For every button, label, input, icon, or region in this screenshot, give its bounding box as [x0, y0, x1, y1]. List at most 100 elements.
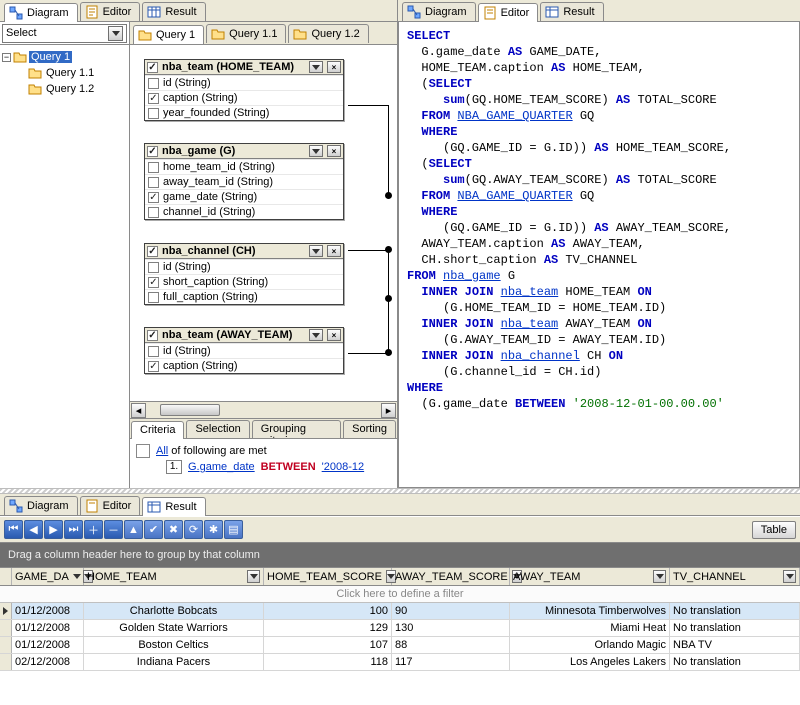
checkbox-icon[interactable] — [148, 192, 159, 203]
close-icon[interactable]: × — [327, 61, 341, 73]
criteria-all-link[interactable]: All — [156, 445, 168, 457]
tab-editor[interactable]: Editor — [80, 496, 141, 515]
column-header-away-team[interactable]: AWAY_TEAM — [510, 568, 670, 585]
group-by-bar[interactable]: Drag a column header here to group by th… — [0, 543, 800, 567]
table-check-icon[interactable] — [147, 62, 158, 73]
column-header-game-date[interactable]: GAME_DA — [12, 568, 84, 585]
field-row[interactable]: away_team_id (String) — [145, 174, 343, 189]
checkbox-icon[interactable] — [148, 262, 159, 273]
field-row[interactable]: id (String) — [145, 343, 343, 358]
refresh-button[interactable]: ⟳ — [184, 520, 203, 539]
criteria-value-link[interactable]: '2008-12 — [322, 461, 364, 473]
checkbox-icon[interactable] — [148, 93, 159, 104]
collapse-icon[interactable]: − — [2, 53, 11, 62]
table-box-home-team[interactable]: nba_team (HOME_TEAM)× id (String) captio… — [144, 59, 344, 121]
tab-result[interactable]: Result — [142, 497, 205, 516]
checkbox-icon[interactable] — [148, 346, 159, 357]
field-row[interactable]: caption (String) — [145, 90, 343, 105]
tab-editor[interactable]: Editor — [80, 2, 141, 21]
cancel-button[interactable]: ✖ — [164, 520, 183, 539]
chevron-down-icon[interactable] — [309, 329, 323, 341]
tab-grouping[interactable]: Grouping criteria — [252, 420, 341, 438]
field-row[interactable]: game_date (String) — [145, 189, 343, 204]
field-row[interactable]: caption (String) — [145, 358, 343, 373]
tree-item-query1-2[interactable]: Query 1.2 — [2, 81, 127, 97]
checkbox-icon[interactable] — [148, 108, 159, 119]
column-header-home-score[interactable]: HOME_TEAM_SCORE — [264, 568, 392, 585]
prev-record-button[interactable]: ◀ — [24, 520, 43, 539]
chevron-down-icon[interactable] — [309, 145, 323, 157]
table-box-channel[interactable]: nba_channel (CH)× id (String) short_capt… — [144, 243, 344, 305]
close-icon[interactable]: × — [327, 145, 341, 157]
tab-selection[interactable]: Selection — [186, 420, 249, 438]
field-row[interactable]: id (String) — [145, 259, 343, 274]
close-icon[interactable]: × — [327, 329, 341, 341]
checkbox-icon[interactable] — [148, 277, 159, 288]
close-icon[interactable]: × — [327, 245, 341, 257]
chevron-down-icon[interactable] — [783, 570, 796, 583]
tab-editor[interactable]: Editor — [478, 3, 539, 22]
last-record-button[interactable]: ⏭ — [64, 520, 83, 539]
horizontal-scrollbar[interactable]: ◂ ▸ — [130, 401, 397, 418]
scroll-left-icon[interactable]: ◂ — [131, 403, 146, 418]
table-box-game[interactable]: nba_game (G)× home_team_id (String) away… — [144, 143, 344, 220]
tab-sorting[interactable]: Sorting — [343, 420, 396, 438]
first-record-button[interactable]: ⏮ — [4, 520, 23, 539]
field-row[interactable]: id (String) — [145, 75, 343, 90]
chevron-down-icon[interactable] — [247, 570, 260, 583]
scroll-right-icon[interactable]: ▸ — [381, 403, 396, 418]
grid-row[interactable]: 02/12/2008Indiana Pacers118117Los Angele… — [0, 654, 800, 671]
tab-diagram[interactable]: Diagram — [402, 2, 476, 21]
tree-item-query1[interactable]: − Query 1 — [2, 49, 127, 65]
tab-criteria[interactable]: Criteria — [131, 421, 184, 439]
checkbox-icon[interactable] — [148, 78, 159, 89]
checkbox-icon[interactable] — [148, 207, 159, 218]
column-header-away-score[interactable]: AWAY_TEAM_SCORE — [392, 568, 510, 585]
table-check-icon[interactable] — [147, 146, 158, 157]
select-dropdown[interactable]: Select — [2, 24, 127, 43]
grid-row[interactable]: 01/12/2008Charlotte Bobcats10090Minnesot… — [0, 603, 800, 620]
criteria-field-link[interactable]: G.game_date — [188, 461, 255, 473]
checkbox-icon[interactable] — [148, 292, 159, 303]
checkbox-icon[interactable] — [148, 177, 159, 188]
edit-button[interactable]: ▲ — [124, 520, 143, 539]
field-row[interactable]: full_caption (String) — [145, 289, 343, 304]
subtab-query1[interactable]: Query 1 — [133, 25, 204, 44]
sql-editor[interactable]: SELECT G.game_date AS GAME_DATE, HOME_TE… — [398, 22, 800, 488]
column-header-tv-channel[interactable]: TV_CHANNEL — [670, 568, 800, 585]
chevron-down-icon[interactable] — [309, 245, 323, 257]
next-record-button[interactable]: ▶ — [44, 520, 63, 539]
grid-row[interactable]: 01/12/2008Boston Celtics10788Orlando Mag… — [0, 637, 800, 654]
field-row[interactable]: year_founded (String) — [145, 105, 343, 120]
subtab-query1-1[interactable]: Query 1.1 — [206, 24, 286, 43]
field-row[interactable]: short_caption (String) — [145, 274, 343, 289]
field-row[interactable]: home_team_id (String) — [145, 159, 343, 174]
checkbox-icon[interactable] — [148, 361, 159, 372]
subtab-query1-2[interactable]: Query 1.2 — [288, 24, 368, 43]
criteria-condition-row[interactable]: 1. G.game_date BETWEEN '2008-12 — [136, 459, 391, 475]
field-row[interactable]: channel_id (String) — [145, 204, 343, 219]
add-record-button[interactable]: ＋ — [84, 520, 103, 539]
post-button[interactable]: ✔ — [144, 520, 163, 539]
checkbox-icon[interactable] — [148, 162, 159, 173]
tree-item-query1-1[interactable]: Query 1.1 — [2, 65, 127, 81]
column-header-home-team[interactable]: HOME_TEAM — [84, 568, 264, 585]
table-box-away-team[interactable]: nba_team (AWAY_TEAM)× id (String) captio… — [144, 327, 344, 374]
delete-record-button[interactable]: － — [104, 520, 123, 539]
filter-button[interactable]: ▤ — [224, 520, 243, 539]
grid-row[interactable]: 01/12/2008Golden State Warriors129130Mia… — [0, 620, 800, 637]
table-view-button[interactable]: Table — [752, 521, 796, 539]
chevron-down-icon[interactable] — [653, 570, 666, 583]
table-check-icon[interactable] — [147, 330, 158, 341]
tab-result[interactable]: Result — [142, 2, 205, 21]
chevron-down-icon[interactable] — [309, 61, 323, 73]
criteria-operator[interactable]: BETWEEN — [261, 461, 316, 473]
grid-filter-row[interactable]: Click here to define a filter — [0, 586, 800, 603]
bookmark-button[interactable]: ✱ — [204, 520, 223, 539]
criteria-icon[interactable] — [136, 444, 150, 458]
scroll-thumb[interactable] — [160, 404, 220, 416]
tab-result[interactable]: Result — [540, 2, 603, 21]
tab-diagram[interactable]: Diagram — [4, 496, 78, 515]
table-check-icon[interactable] — [147, 246, 158, 257]
tab-diagram[interactable]: Diagram — [4, 3, 78, 22]
